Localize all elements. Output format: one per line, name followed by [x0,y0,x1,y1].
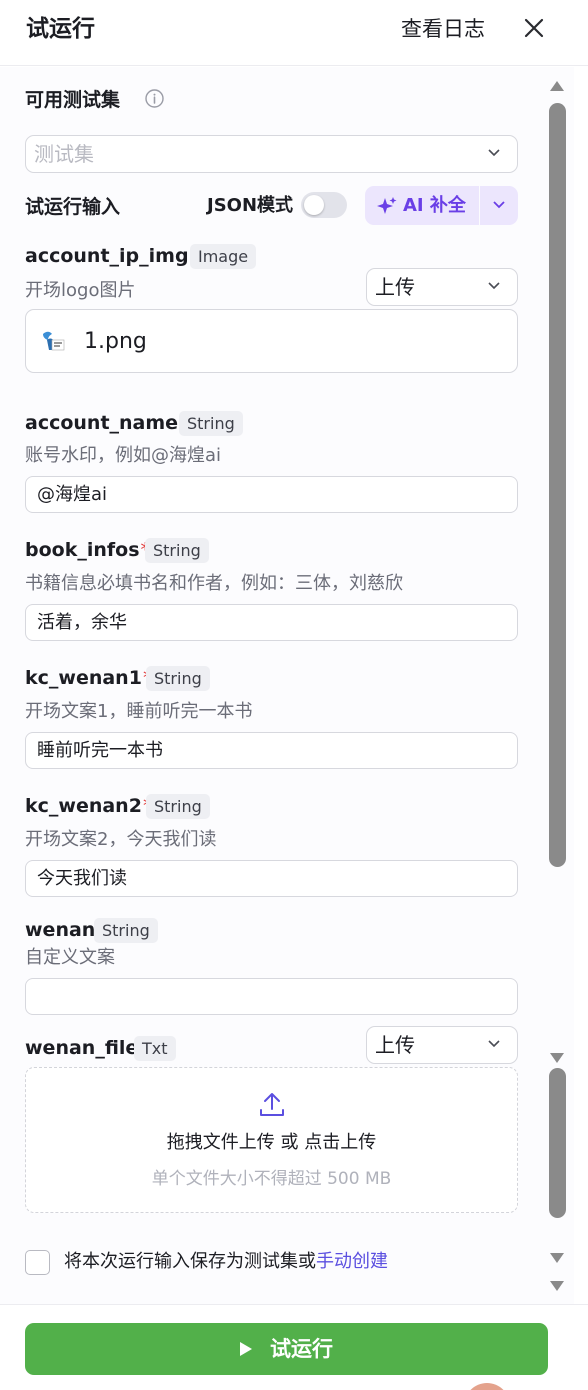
account-name-input[interactable]: @海煌ai [25,476,518,513]
upload-mode-value: 上传 [375,275,415,299]
field-desc: 开场文案1，睡前听完一本书 [25,701,253,722]
type-tag: Txt [134,1036,176,1061]
type-tag: String [179,411,243,436]
scroll-down-arrow-3[interactable] [549,1280,565,1292]
upload-mode-value: 上传 [375,1033,415,1057]
field-desc: 开场文案2，今天我们读 [25,829,217,850]
field-desc: 自定义文案 [25,947,115,968]
input-value: 活着，余华 [37,612,127,633]
drop-zone-hint: 单个文件大小不得超过 500 MB [151,1169,392,1189]
scroll-down-arrow[interactable] [549,1052,565,1064]
test-set-select[interactable]: 测试集 [25,135,518,173]
avatar[interactable] [464,1383,510,1390]
field-name-book-infos: book_infos* [25,537,150,563]
type-tag: String [146,666,210,691]
sparkle-icon [377,197,397,214]
drawer-header: 试运行 查看日志 [0,0,588,66]
field-name-kc-wenan2: kc_wenan2* [25,793,152,819]
type-tag: String [145,538,209,563]
kc-wenan2-input[interactable]: 今天我们读 [25,860,518,897]
run-input-label: 试运行输入 [25,196,121,218]
run-button[interactable]: 试运行 [25,1323,548,1375]
ai-complete-dropdown[interactable] [480,186,518,225]
chevron-down-icon [493,201,505,209]
type-tag: String [146,794,210,819]
toggle-knob [304,195,324,215]
run-button-label: 试运行 [270,1337,333,1361]
manual-create-link[interactable]: 手动创建 [316,1251,388,1272]
chevron-down-icon [488,149,500,157]
book-infos-input[interactable]: 活着，余华 [25,604,518,641]
close-icon[interactable] [520,14,548,42]
scroll-up-arrow[interactable] [549,80,565,92]
upload-icon [260,1093,284,1116]
save-test-set-checkbox[interactable] [25,1250,50,1275]
field-desc: 书籍信息必填书名和作者，例如：三体，刘慈欣 [25,573,403,594]
drop-zone-main-text: 拖拽文件上传 或 点击上传 [166,1132,377,1153]
field-name-wenan-file: wenan_file [25,1037,139,1059]
save-test-set-text: 将本次运行输入保存为测试集或手动创建 [64,1251,388,1272]
view-log-button[interactable]: 查看日志 [401,14,485,44]
type-tag: Image [190,244,257,269]
ai-complete-label: AI 补全 [403,195,466,216]
scrollbar-thumb-secondary[interactable] [549,1068,566,1218]
scroll-down-arrow-2[interactable] [549,1252,565,1264]
test-set-label: 可用测试集 [25,89,121,111]
field-name-wenan: wenan [25,919,96,941]
test-set-placeholder: 测试集 [34,142,94,166]
drawer-footer: 试运行 [0,1304,588,1390]
input-value: 今天我们读 [37,868,127,889]
file-name: 1.png [84,329,147,354]
file-drop-zone[interactable]: 拖拽文件上传 或 点击上传 单个文件大小不得超过 500 MB [25,1067,518,1213]
upload-mode-select[interactable]: 上传 [366,268,518,306]
chevron-down-icon [488,1040,500,1048]
scrollbar-thumb[interactable] [549,103,566,867]
type-tag: String [94,918,158,943]
image-thumbnail-icon [43,331,65,351]
field-desc: 账号水印，例如@海煌ai [25,445,222,466]
info-icon[interactable] [144,88,165,109]
field-name-kc-wenan1: kc_wenan1* [25,665,152,691]
field-name-account-name: account_name* [25,410,189,436]
drawer-title: 试运行 [26,16,95,42]
field-desc: 开场logo图片 [25,280,136,301]
kc-wenan1-input[interactable]: 睡前听完一本书 [25,732,518,769]
field-name-account-ip-img: account_ip_img* [25,243,199,269]
uploaded-file[interactable]: 1.png [25,309,518,373]
json-mode-toggle[interactable] [301,192,347,218]
json-mode-label: JSON模式 [207,195,294,216]
input-value: @海煌ai [37,484,108,505]
ai-complete-button[interactable]: AI 补全 [365,186,479,225]
input-value: 睡前听完一本书 [37,740,163,761]
upload-mode-select-file[interactable]: 上传 [366,1026,518,1064]
wenan-input[interactable] [25,978,518,1015]
play-icon [240,1342,252,1356]
chevron-down-icon [488,282,500,290]
